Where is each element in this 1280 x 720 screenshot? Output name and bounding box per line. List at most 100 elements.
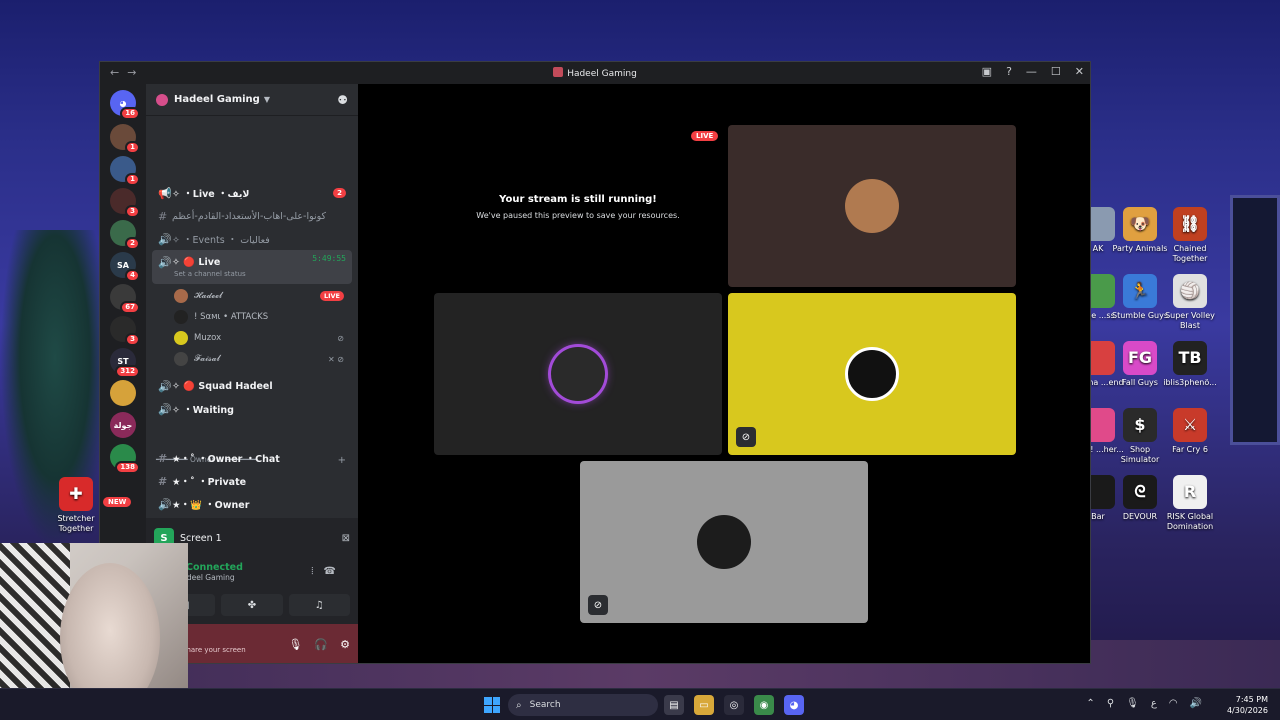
taskbar: ⌕ Search ▤ ▭ ◎ ◉ ◕ ⌃ ⚲ 🎙 ع ◠ 🔊 7:45 PM 4… bbox=[0, 688, 1280, 720]
desktop-shortcut[interactable]: ✚ Stretcher Together bbox=[48, 477, 104, 534]
participant-avatar bbox=[551, 347, 605, 401]
app-icon[interactable]: ◎ bbox=[724, 695, 744, 715]
shortcut-label: RISK Global Domination bbox=[1166, 512, 1214, 531]
task-view-icon[interactable]: ▤ bbox=[664, 695, 684, 715]
server-badge: 312 bbox=[115, 365, 140, 378]
stop-stream-icon[interactable]: ⊠ bbox=[342, 533, 350, 544]
noise-icon[interactable]: ⦙ bbox=[311, 566, 323, 577]
app-icon: ⛓ bbox=[1173, 207, 1207, 241]
participant-tile[interactable]: ⊘ bbox=[580, 461, 868, 623]
server-icon[interactable]: 67 bbox=[110, 284, 140, 314]
maximize-button[interactable]: ☐ bbox=[1051, 65, 1061, 78]
voice-user[interactable]: 𝓕𝓪𝓲𝓼𝓪𝓵 ✕ ⊘ bbox=[174, 350, 344, 368]
channel-item[interactable]: 🔊 ✧ 🔴 Live bbox=[154, 252, 350, 272]
voice-user[interactable]: Muzox ⊘ bbox=[174, 329, 344, 347]
participant-tile[interactable]: ⊘ bbox=[728, 293, 1016, 455]
mic-tray-icon[interactable]: 🎙 bbox=[1126, 698, 1139, 709]
paused-notice: Your stream is still running! We've paus… bbox=[434, 194, 722, 220]
channel-item[interactable]: # ★・˚ ・Private bbox=[154, 471, 350, 491]
server-icon[interactable]: جولة bbox=[110, 412, 136, 438]
server-icon[interactable]: 138 bbox=[110, 444, 140, 474]
start-button[interactable] bbox=[484, 697, 500, 713]
share-hint: Share your screen bbox=[182, 646, 246, 654]
inbox-icon[interactable]: ▣ bbox=[982, 65, 992, 78]
help-icon[interactable]: ? bbox=[1006, 65, 1012, 78]
stream-stage: LIVE Your stream is still running! We've… bbox=[358, 84, 1090, 663]
desktop-shortcut[interactable]: R RISK Global Domination bbox=[1162, 475, 1218, 532]
clock-time: 7:45 PM bbox=[1235, 695, 1268, 704]
chrome-icon[interactable]: ◉ bbox=[754, 695, 774, 715]
voice-user[interactable]: 𝓗𝓪𝓭𝓮𝓮𝓵 LIVE bbox=[174, 287, 344, 305]
channel-item[interactable]: 🔊 ★・👑 ・Owner bbox=[154, 494, 350, 514]
shortcut-label: Stretcher Together bbox=[57, 514, 95, 533]
participant-tile[interactable] bbox=[434, 293, 722, 455]
server-icon[interactable]: ST 312 bbox=[110, 348, 140, 378]
server-icon[interactable] bbox=[110, 380, 136, 406]
guild-name: Hadeel Gaming bbox=[174, 94, 260, 105]
desktop-shortcut[interactable]: 🏐 Super Volley Blast bbox=[1162, 274, 1218, 331]
desktop-shortcut[interactable]: FG Fall Guys bbox=[1112, 341, 1168, 388]
home-badge: 16 bbox=[120, 107, 140, 120]
server-icon[interactable]: 3 bbox=[110, 316, 140, 346]
guild-header[interactable]: Hadeel Gaming ▼ ⚉ bbox=[146, 84, 358, 116]
tray-chevron-icon[interactable]: ⌃ bbox=[1086, 698, 1094, 709]
channel-item[interactable]: # كونوا-على-اهاب-الأستعداد-القادم-أعظم bbox=[154, 206, 350, 226]
shortcut-label: DEVOUR bbox=[1122, 512, 1158, 521]
search-placeholder: Search bbox=[529, 700, 561, 710]
server-icon[interactable]: 1 bbox=[110, 156, 140, 186]
wifi-icon[interactable]: ◠ bbox=[1169, 698, 1178, 709]
channel-item[interactable]: 📢 ✧ ・Live ・لايف 2 bbox=[154, 183, 350, 203]
channel-item[interactable]: 🔊 ✧ ・Waiting bbox=[154, 399, 350, 419]
disconnect-icon[interactable]: ☎ bbox=[324, 566, 346, 577]
language-indicator[interactable]: ع bbox=[1151, 698, 1157, 709]
close-button[interactable]: ✕ bbox=[1075, 65, 1084, 78]
server-badge: 138 bbox=[115, 461, 140, 474]
screen-name: Screen 1 bbox=[180, 532, 222, 544]
channel-label: ✧ ・Live ・لايف bbox=[172, 189, 250, 200]
server-label: SA bbox=[117, 260, 129, 270]
activities-button[interactable]: ✤ bbox=[221, 594, 283, 616]
participant-tile[interactable] bbox=[728, 125, 1016, 287]
desktop-shortcut[interactable]: ⛓ Chained Together bbox=[1162, 207, 1218, 264]
network-icon[interactable]: ⚲ bbox=[1107, 698, 1114, 709]
channel-label: ★・˚ ・Owner ・Chat bbox=[172, 454, 280, 465]
desktop-shortcut[interactable]: $ Shop Simulator bbox=[1112, 408, 1168, 465]
volume-icon[interactable]: 🔊 bbox=[1190, 698, 1202, 709]
taskbar-search[interactable]: ⌕ Search bbox=[508, 694, 658, 716]
megaphone-icon: 📢 bbox=[158, 186, 172, 200]
add-member-icon[interactable]: ⚉ bbox=[337, 93, 348, 107]
channel-item[interactable]: 🔊 ✧ ・Events ・ فعاليات bbox=[154, 229, 350, 249]
speaker-icon: 🔊 bbox=[158, 402, 172, 416]
server-icon[interactable]: SA 4 bbox=[110, 252, 140, 282]
discord-taskbar-icon[interactable]: ◕ bbox=[784, 695, 804, 715]
desktop-shortcut[interactable]: ᘓ DEVOUR bbox=[1112, 475, 1168, 522]
desktop-shortcut[interactable]: 🏃 Stumble Guys bbox=[1112, 274, 1168, 321]
app-icon: 🐶 bbox=[1123, 207, 1157, 241]
participant-avatar bbox=[845, 179, 899, 233]
channel-item[interactable]: # ★・˚ ・Owner ・Chat bbox=[154, 448, 350, 468]
shortcut-label: Far Cry 6 bbox=[1172, 445, 1208, 454]
shortcut-label: Fall Guys bbox=[1122, 378, 1158, 387]
microphone-icon[interactable]: 🎙 bbox=[288, 638, 302, 651]
headphones-icon[interactable]: 🎧 bbox=[314, 638, 328, 651]
server-icon[interactable]: 1 bbox=[110, 124, 140, 154]
shortcut-label: Party Animals bbox=[1112, 244, 1168, 253]
soundboard-button[interactable]: ♫ bbox=[288, 594, 350, 616]
connection-controls: ⦙☎ bbox=[311, 566, 346, 577]
server-icon[interactable]: 3 bbox=[110, 188, 140, 218]
channel-label: ✧ 🔴 Live bbox=[172, 256, 221, 268]
settings-icon[interactable]: ⚙ bbox=[340, 638, 350, 651]
avatar bbox=[174, 331, 188, 345]
file-explorer-icon[interactable]: ▭ bbox=[694, 695, 714, 715]
desktop-shortcut[interactable]: 🐶 Party Animals bbox=[1112, 207, 1168, 254]
home-button[interactable]: ◕ 16 bbox=[110, 90, 140, 120]
voice-user[interactable]: ! Sαмι • ATTACKS bbox=[174, 308, 344, 326]
shortcut-label: Shop Simulator bbox=[1120, 445, 1160, 464]
channel-item[interactable]: 🔊 ✧ 🔴 Squad Hadeel bbox=[154, 376, 350, 396]
window-controls: ▣ ? — ☐ ✕ bbox=[982, 65, 1084, 78]
minimize-button[interactable]: — bbox=[1026, 65, 1037, 78]
desktop-shortcut[interactable]: ⚔ Far Cry 6 bbox=[1162, 408, 1218, 455]
desktop-shortcut[interactable]: TB iblis3phenö... bbox=[1162, 341, 1218, 388]
server-icon[interactable]: 2 bbox=[110, 220, 140, 250]
clock[interactable]: 7:45 PM 4/30/2026 bbox=[1227, 694, 1268, 716]
